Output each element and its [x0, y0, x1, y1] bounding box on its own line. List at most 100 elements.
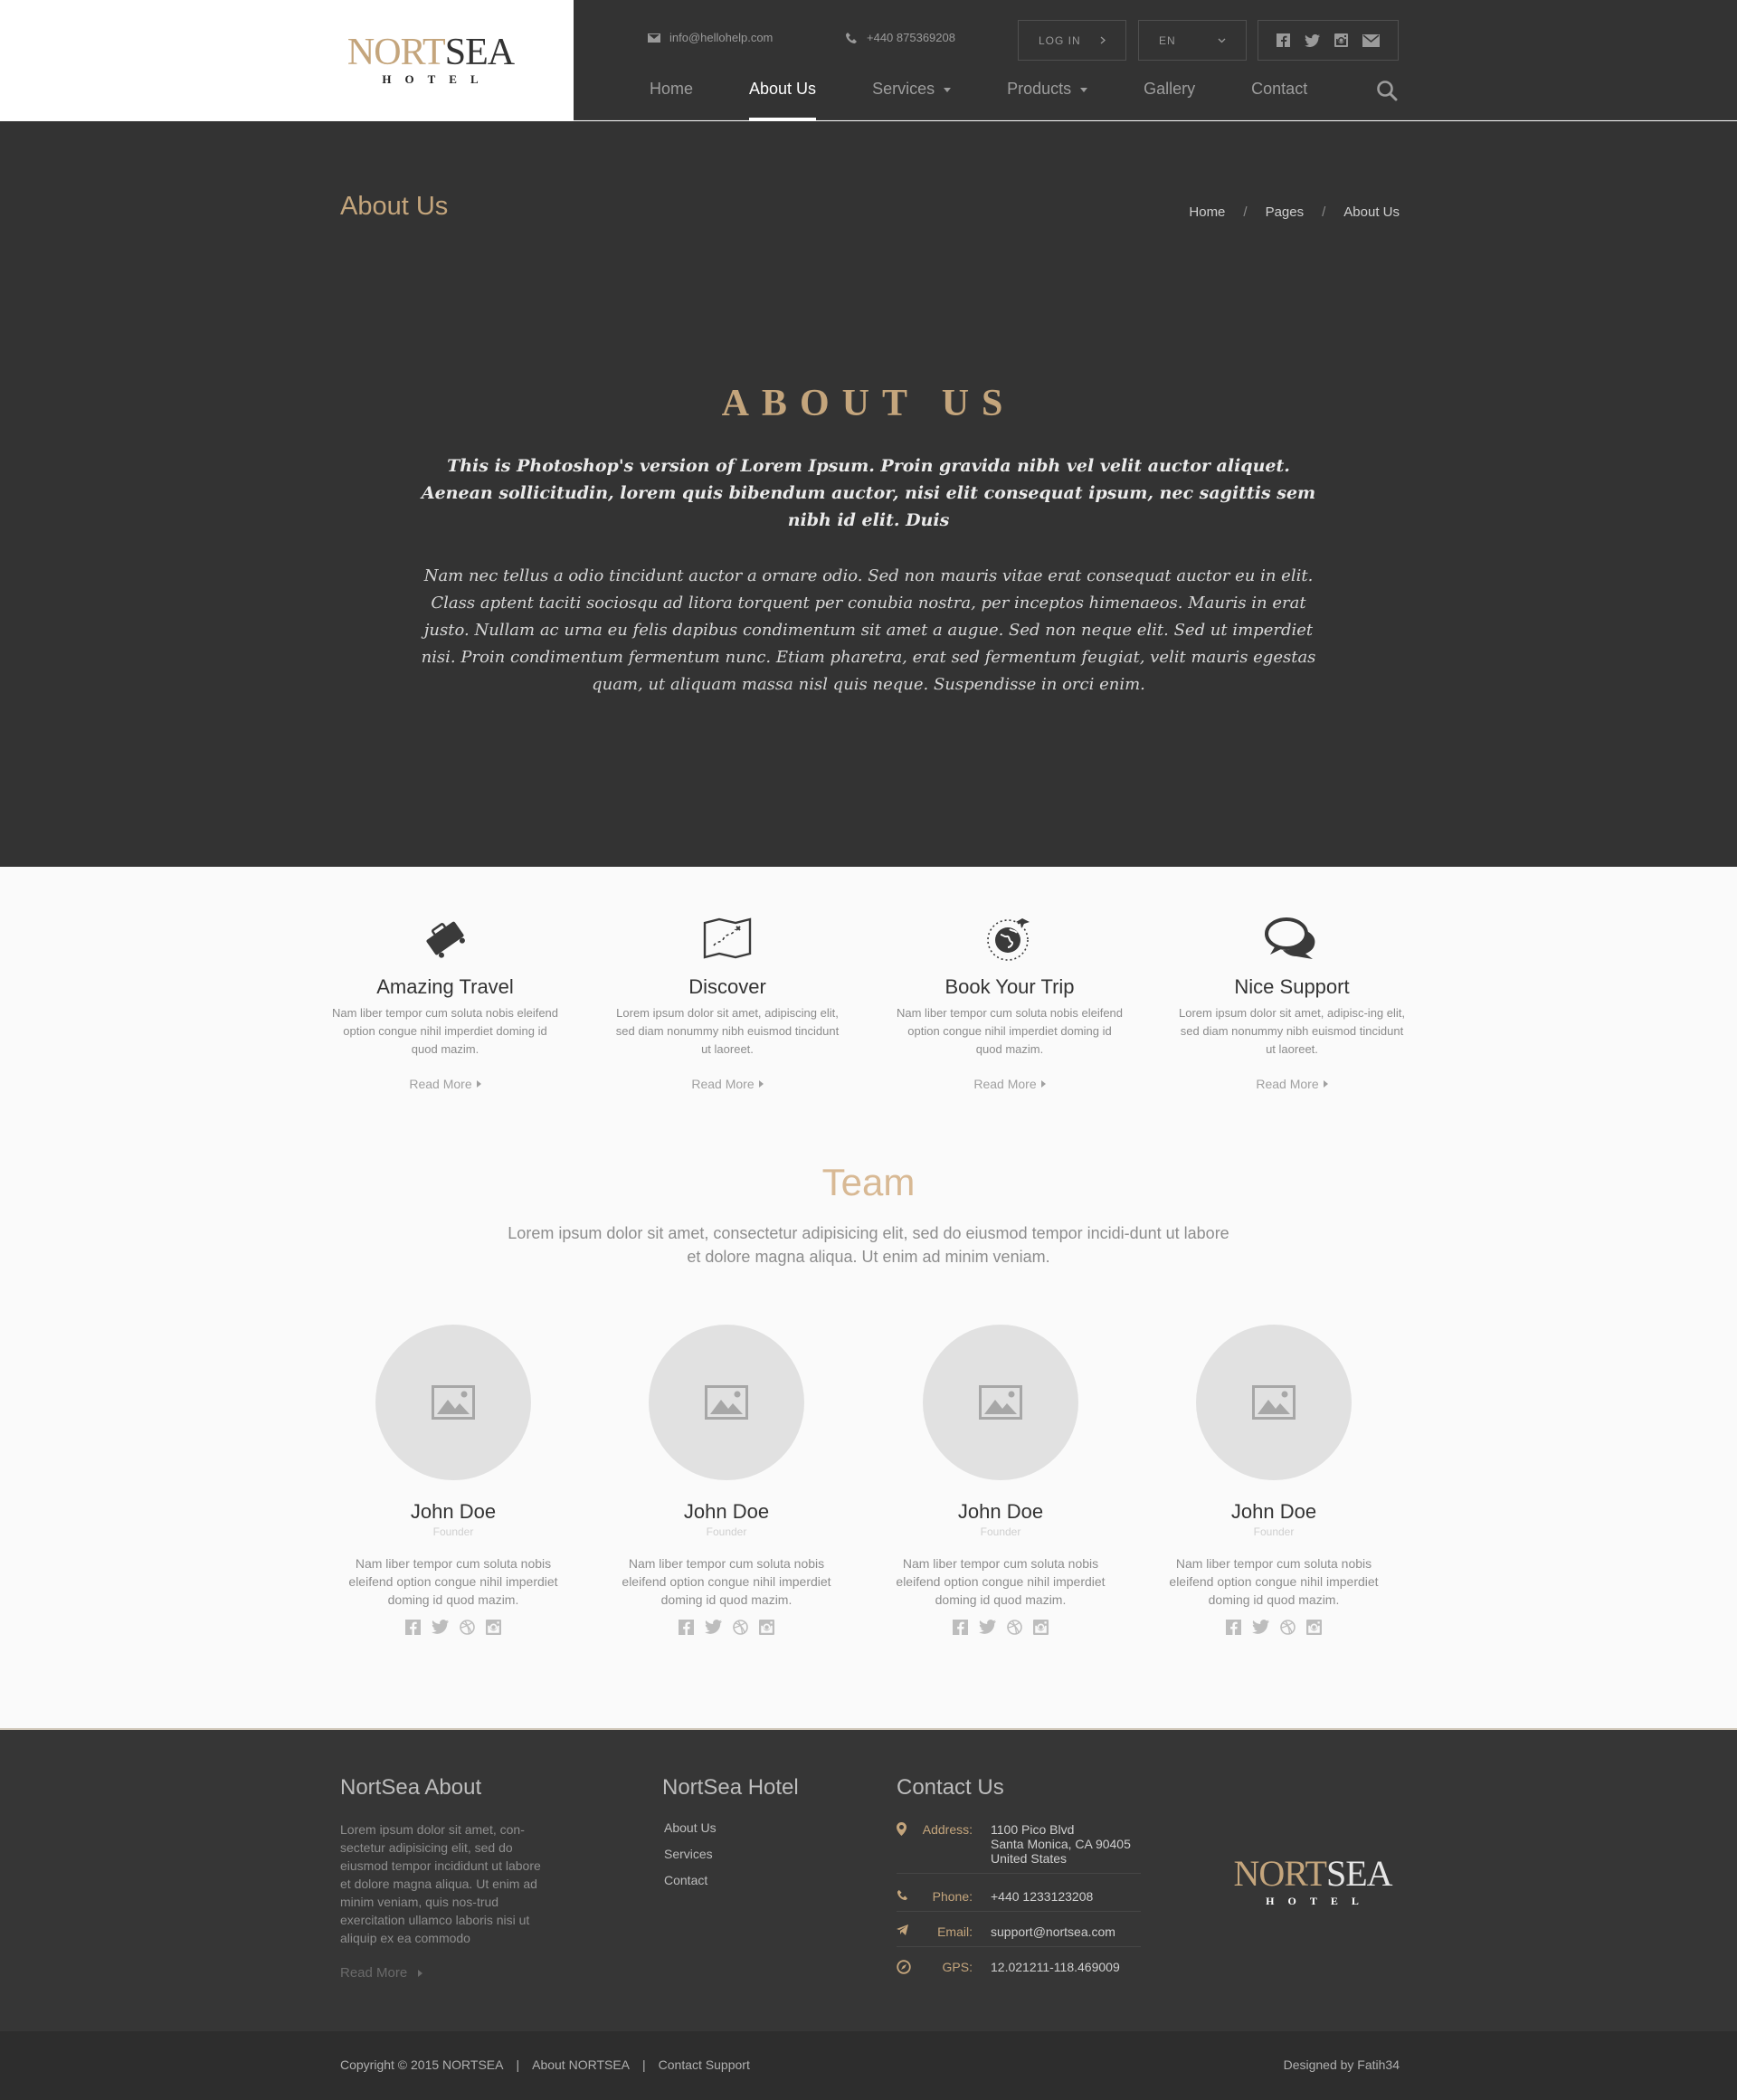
team-member-card: John Doe Founder Nam liber tempor cum so… — [609, 1325, 844, 1635]
gps-value: 12.021211-118.469009 — [991, 1960, 1120, 1974]
instagram-icon[interactable] — [486, 1620, 501, 1635]
read-more-label: Read More — [973, 1077, 1037, 1091]
breadcrumb-pages[interactable]: Pages — [1266, 204, 1305, 220]
breadcrumb-home[interactable]: Home — [1189, 204, 1225, 220]
nav-about-us[interactable]: About Us — [749, 80, 817, 120]
language-select[interactable]: EN — [1138, 20, 1247, 61]
phone-icon — [846, 32, 857, 43]
instagram-icon[interactable] — [1334, 33, 1348, 47]
chevron-down-icon — [1218, 38, 1226, 43]
nav-services[interactable]: Services — [872, 80, 952, 120]
nav-contact[interactable]: Contact — [1251, 80, 1307, 120]
topbar-email-text: info@hellohelp.com — [669, 31, 774, 44]
feature-desc: Nam liber tempor cum soluta nobis eleife… — [897, 1006, 1124, 1056]
envelope-icon — [648, 33, 660, 43]
member-desc: Nam liber tempor cum soluta nobis eleife… — [348, 1556, 558, 1607]
twitter-icon[interactable] — [979, 1620, 996, 1635]
nav-about-label: About Us — [749, 80, 817, 98]
breadcrumb-current: About Us — [1343, 204, 1400, 220]
facebook-icon[interactable] — [953, 1620, 968, 1635]
facebook-icon[interactable] — [679, 1620, 694, 1635]
avatar — [649, 1325, 804, 1480]
designed-by[interactable]: Designed by Fatih34 — [1284, 2057, 1400, 2072]
twitter-icon[interactable] — [432, 1620, 449, 1635]
avatar — [1196, 1325, 1352, 1480]
dribbble-icon[interactable] — [1280, 1620, 1296, 1635]
footer-link-contact[interactable]: Contact — [664, 1873, 717, 1887]
breadcrumb: Home / Pages / About Us — [1189, 204, 1400, 220]
footer-logo[interactable]: NORTSEA HOTEL — [1227, 1854, 1399, 1908]
address-line: Santa Monica, CA 90405 — [991, 1837, 1131, 1851]
phone-value[interactable]: +440 1233123208 — [991, 1889, 1093, 1904]
member-name: John Doe — [683, 1500, 770, 1523]
map-pin-icon — [897, 1822, 906, 1836]
mail-icon[interactable] — [1362, 33, 1380, 47]
twitter-icon[interactable] — [1252, 1620, 1269, 1635]
dribbble-icon[interactable] — [460, 1620, 475, 1635]
instagram-icon[interactable] — [1033, 1620, 1049, 1635]
about-title: ABOUT US — [721, 383, 1016, 424]
breadcrumb-separator: / — [1243, 204, 1248, 220]
arrow-right-icon — [1040, 1080, 1046, 1088]
topbar-email[interactable]: info@hellohelp.com — [648, 31, 773, 44]
facebook-icon[interactable] — [405, 1620, 421, 1635]
member-social-links — [336, 1620, 571, 1635]
member-name: John Doe — [1230, 1500, 1317, 1523]
member-social-links — [1156, 1620, 1391, 1635]
feature-desc: Lorem ipsum dolor sit amet, adipiscing e… — [615, 1006, 840, 1056]
compass-icon — [897, 1960, 911, 1974]
logo[interactable]: NORTSEA HOTEL — [340, 33, 521, 87]
feature-title: Discover — [688, 975, 766, 998]
footer-link-about[interactable]: About Us — [664, 1820, 717, 1835]
nav-gallery[interactable]: Gallery — [1144, 80, 1195, 120]
language-label: EN — [1159, 33, 1176, 47]
nav-home[interactable]: Home — [650, 80, 693, 120]
arrow-right-icon — [418, 1969, 423, 1977]
phone-icon — [897, 1889, 908, 1901]
caret-down-icon — [944, 88, 952, 92]
image-placeholder-icon — [979, 1385, 1022, 1420]
copyright-link-about[interactable]: About NORTSEA — [532, 2057, 630, 2072]
footer-link-services[interactable]: Services — [664, 1847, 717, 1861]
copyright-link-support[interactable]: Contact Support — [659, 2057, 750, 2072]
features-section: Amazing Travel Nam liber tempor cum solu… — [0, 867, 1737, 1728]
topbar-phone[interactable]: +440 875369208 — [845, 31, 955, 44]
facebook-icon[interactable] — [1226, 1620, 1241, 1635]
member-role: Founder — [980, 1525, 1021, 1538]
facebook-icon[interactable] — [1277, 33, 1290, 47]
arrow-right-icon — [476, 1080, 481, 1088]
footer-read-more-link[interactable]: Read More — [340, 1965, 423, 1981]
member-role: Founder — [1253, 1525, 1295, 1538]
member-desc: Nam liber tempor cum soluta nobis eleife… — [1169, 1556, 1379, 1607]
phone-label: Phone: — [932, 1889, 973, 1904]
copyright-left: Copyright © 2015 NORTSEA | About NORTSEA… — [340, 2057, 750, 2072]
footer-hotel-links: About Us Services Contact — [664, 1820, 717, 1899]
page-title: About Us — [340, 192, 449, 221]
main-nav: Home About Us Services Products Gallery … — [650, 80, 1363, 120]
topbar-phone-text: +440 875369208 — [867, 31, 955, 44]
twitter-icon[interactable] — [1305, 33, 1320, 47]
login-button[interactable]: LOG IN — [1018, 20, 1126, 61]
read-more-link[interactable]: Read More — [691, 1077, 764, 1091]
read-more-link[interactable]: Read More — [1256, 1077, 1328, 1091]
contact-phone-row: Phone: +440 1233123208 — [897, 1889, 1141, 1912]
footer-contact-title: Contact Us — [897, 1775, 1004, 1800]
chat-bubbles-icon — [1265, 917, 1315, 959]
read-more-link[interactable]: Read More — [973, 1077, 1046, 1091]
nav-products[interactable]: Products — [1007, 80, 1088, 120]
logo-subtitle: HOTEL — [382, 72, 492, 86]
team-description: Lorem ipsum dolor sit amet, consectetur … — [508, 1224, 1229, 1266]
address-value: 1100 Pico Blvd Santa Monica, CA 90405 Un… — [991, 1822, 1131, 1866]
feature-title: Amazing Travel — [376, 975, 514, 998]
dribbble-icon[interactable] — [1007, 1620, 1022, 1635]
twitter-icon[interactable] — [705, 1620, 722, 1635]
dribbble-icon[interactable] — [733, 1620, 748, 1635]
search-button[interactable] — [1376, 80, 1398, 106]
address-label: Address: — [922, 1822, 973, 1837]
email-value[interactable]: support@nortsea.com — [991, 1924, 1115, 1939]
read-more-link[interactable]: Read More — [409, 1077, 481, 1091]
team-title: Team — [821, 1161, 916, 1203]
logo-word-gold: NORT — [346, 32, 446, 73]
instagram-icon[interactable] — [759, 1620, 774, 1635]
instagram-icon[interactable] — [1306, 1620, 1322, 1635]
